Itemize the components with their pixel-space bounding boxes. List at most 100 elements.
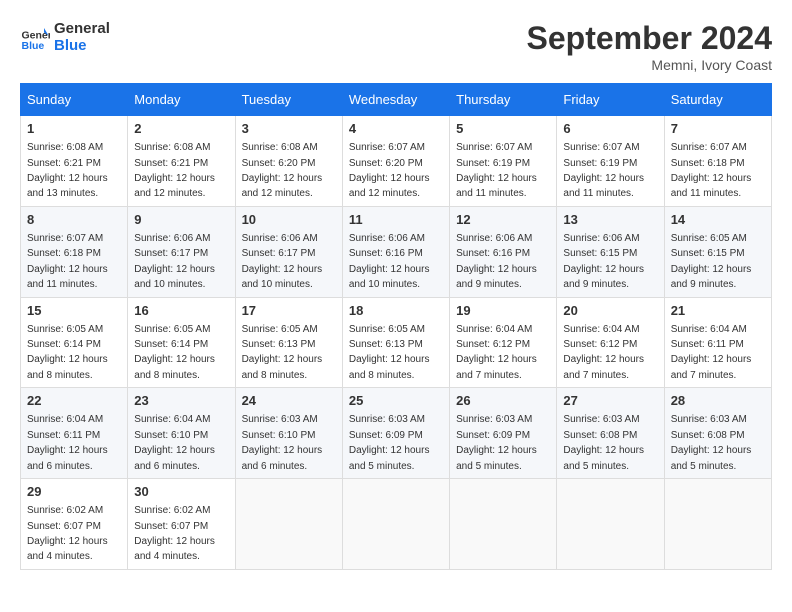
header-sunday: Sunday	[21, 84, 128, 116]
logo-line2: Blue	[54, 37, 110, 54]
day-info: Sunrise: 6:02 AMSunset: 6:07 PMDaylight:…	[27, 505, 108, 562]
day-number: 17	[242, 302, 336, 320]
calendar-cell: 19 Sunrise: 6:04 AMSunset: 6:12 PMDayligh…	[450, 297, 557, 388]
day-info: Sunrise: 6:03 AMSunset: 6:08 PMDaylight:…	[563, 414, 644, 471]
day-number: 27	[563, 392, 657, 410]
day-number: 28	[671, 392, 765, 410]
day-number: 10	[242, 211, 336, 229]
day-info: Sunrise: 6:06 AMSunset: 6:16 PMDaylight:…	[456, 233, 537, 290]
calendar-cell: 26 Sunrise: 6:03 AMSunset: 6:09 PMDayligh…	[450, 388, 557, 479]
calendar-cell: 8 Sunrise: 6:07 AMSunset: 6:18 PMDaylight…	[21, 206, 128, 297]
calendar-cell: 28 Sunrise: 6:03 AMSunset: 6:08 PMDayligh…	[664, 388, 771, 479]
day-info: Sunrise: 6:04 AMSunset: 6:12 PMDaylight:…	[456, 324, 537, 381]
day-number: 25	[349, 392, 443, 410]
day-number: 14	[671, 211, 765, 229]
month-title: September 2024	[527, 20, 772, 57]
day-info: Sunrise: 6:06 AMSunset: 6:17 PMDaylight:…	[242, 233, 323, 290]
calendar-cell: 17 Sunrise: 6:05 AMSunset: 6:13 PMDayligh…	[235, 297, 342, 388]
day-number: 30	[134, 483, 228, 501]
header-wednesday: Wednesday	[342, 84, 449, 116]
calendar-cell: 2Sunrise: 6:08 AMSunset: 6:21 PMDaylight…	[128, 116, 235, 207]
day-number: 29	[27, 483, 121, 501]
calendar-cell: 1Sunrise: 6:08 AMSunset: 6:21 PMDaylight…	[21, 116, 128, 207]
header-friday: Friday	[557, 84, 664, 116]
header-saturday: Saturday	[664, 84, 771, 116]
day-number: 23	[134, 392, 228, 410]
day-number: 3	[242, 120, 336, 138]
day-info: Sunrise: 6:05 AMSunset: 6:15 PMDaylight:…	[671, 233, 752, 290]
calendar-cell: 24 Sunrise: 6:03 AMSunset: 6:10 PMDayligh…	[235, 388, 342, 479]
day-number: 8	[27, 211, 121, 229]
title-area: September 2024 Memni, Ivory Coast	[527, 20, 772, 73]
calendar-cell: 4Sunrise: 6:07 AMSunset: 6:20 PMDaylight…	[342, 116, 449, 207]
day-info: Sunrise: 6:04 AMSunset: 6:10 PMDaylight:…	[134, 414, 215, 471]
calendar-cell	[235, 479, 342, 570]
calendar-cell: 11 Sunrise: 6:06 AMSunset: 6:16 PMDayligh…	[342, 206, 449, 297]
day-info: Sunrise: 6:03 AMSunset: 6:10 PMDaylight:…	[242, 414, 323, 471]
day-number: 26	[456, 392, 550, 410]
calendar-week-row: 8 Sunrise: 6:07 AMSunset: 6:18 PMDaylight…	[21, 206, 772, 297]
calendar-cell	[450, 479, 557, 570]
day-info: Sunrise: 6:03 AMSunset: 6:09 PMDaylight:…	[456, 414, 537, 471]
day-info: Sunrise: 6:08 AMSunset: 6:21 PMDaylight:…	[27, 142, 108, 199]
calendar-cell: 21 Sunrise: 6:04 AMSunset: 6:11 PMDayligh…	[664, 297, 771, 388]
day-info: Sunrise: 6:04 AMSunset: 6:11 PMDaylight:…	[671, 324, 752, 381]
calendar-cell: 22Sunrise: 6:04 AMSunset: 6:11 PMDayligh…	[21, 388, 128, 479]
calendar-cell: 9 Sunrise: 6:06 AMSunset: 6:17 PMDaylight…	[128, 206, 235, 297]
day-number: 16	[134, 302, 228, 320]
calendar-cell: 23 Sunrise: 6:04 AMSunset: 6:10 PMDayligh…	[128, 388, 235, 479]
day-info: Sunrise: 6:05 AMSunset: 6:13 PMDaylight:…	[349, 324, 430, 381]
day-info: Sunrise: 6:07 AMSunset: 6:18 PMDaylight:…	[27, 233, 108, 290]
day-info: Sunrise: 6:06 AMSunset: 6:15 PMDaylight:…	[563, 233, 644, 290]
day-info: Sunrise: 6:03 AMSunset: 6:09 PMDaylight:…	[349, 414, 430, 471]
day-info: Sunrise: 6:08 AMSunset: 6:20 PMDaylight:…	[242, 142, 323, 199]
day-info: Sunrise: 6:05 AMSunset: 6:14 PMDaylight:…	[27, 324, 108, 381]
day-number: 2	[134, 120, 228, 138]
logo: General Blue General Blue	[20, 20, 110, 54]
calendar-week-row: 29 Sunrise: 6:02 AMSunset: 6:07 PMDayligh…	[21, 479, 772, 570]
calendar-cell: 3 Sunrise: 6:08 AMSunset: 6:20 PMDaylight…	[235, 116, 342, 207]
svg-text:Blue: Blue	[22, 40, 45, 52]
calendar-cell: 25 Sunrise: 6:03 AMSunset: 6:09 PMDayligh…	[342, 388, 449, 479]
header-thursday: Thursday	[450, 84, 557, 116]
day-number: 11	[349, 211, 443, 229]
day-number: 15	[27, 302, 121, 320]
calendar-cell	[342, 479, 449, 570]
day-number: 18	[349, 302, 443, 320]
day-info: Sunrise: 6:05 AMSunset: 6:13 PMDaylight:…	[242, 324, 323, 381]
day-info: Sunrise: 6:07 AMSunset: 6:19 PMDaylight:…	[563, 142, 644, 199]
calendar-cell: 5 Sunrise: 6:07 AMSunset: 6:19 PMDaylight…	[450, 116, 557, 207]
calendar-cell: 27 Sunrise: 6:03 AMSunset: 6:08 PMDayligh…	[557, 388, 664, 479]
day-number: 21	[671, 302, 765, 320]
calendar-table: SundayMondayTuesdayWednesdayThursdayFrid…	[20, 83, 772, 570]
day-info: Sunrise: 6:07 AMSunset: 6:19 PMDaylight:…	[456, 142, 537, 199]
logo-line1: General	[54, 20, 110, 37]
day-number: 9	[134, 211, 228, 229]
calendar-week-row: 15 Sunrise: 6:05 AMSunset: 6:14 PMDayligh…	[21, 297, 772, 388]
day-info: Sunrise: 6:06 AMSunset: 6:17 PMDaylight:…	[134, 233, 215, 290]
day-info: Sunrise: 6:06 AMSunset: 6:16 PMDaylight:…	[349, 233, 430, 290]
day-number: 5	[456, 120, 550, 138]
calendar-cell: 12 Sunrise: 6:06 AMSunset: 6:16 PMDayligh…	[450, 206, 557, 297]
header-monday: Monday	[128, 84, 235, 116]
calendar-cell: 16Sunrise: 6:05 AMSunset: 6:14 PMDayligh…	[128, 297, 235, 388]
day-number: 24	[242, 392, 336, 410]
header-tuesday: Tuesday	[235, 84, 342, 116]
calendar-cell	[557, 479, 664, 570]
location-subtitle: Memni, Ivory Coast	[527, 57, 772, 73]
logo-icon: General Blue	[20, 22, 50, 52]
calendar-cell: 20Sunrise: 6:04 AMSunset: 6:12 PMDayligh…	[557, 297, 664, 388]
day-number: 20	[563, 302, 657, 320]
day-number: 12	[456, 211, 550, 229]
day-number: 6	[563, 120, 657, 138]
day-info: Sunrise: 6:02 AMSunset: 6:07 PMDaylight:…	[134, 505, 215, 562]
calendar-cell: 7Sunrise: 6:07 AMSunset: 6:18 PMDaylight…	[664, 116, 771, 207]
day-number: 19	[456, 302, 550, 320]
page-header: General Blue General Blue September 2024…	[20, 20, 772, 73]
calendar-cell: 6 Sunrise: 6:07 AMSunset: 6:19 PMDaylight…	[557, 116, 664, 207]
day-number: 4	[349, 120, 443, 138]
day-number: 13	[563, 211, 657, 229]
calendar-week-row: 1Sunrise: 6:08 AMSunset: 6:21 PMDaylight…	[21, 116, 772, 207]
day-info: Sunrise: 6:03 AMSunset: 6:08 PMDaylight:…	[671, 414, 752, 471]
calendar-cell	[664, 479, 771, 570]
